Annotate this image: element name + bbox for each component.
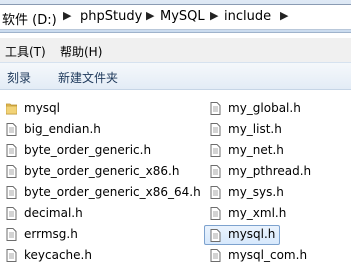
file-item-selected[interactable]: mysql.h (204, 225, 280, 245)
header-file-icon (6, 186, 17, 199)
header-file-icon (210, 102, 221, 115)
file-item[interactable]: my_global.h (210, 99, 330, 119)
file-item[interactable]: my_list.h (210, 120, 330, 140)
breadcrumb-include[interactable]: include (224, 9, 271, 24)
new-folder-button[interactable]: 新建文件夹 (58, 69, 118, 86)
file-name: keycache.h (24, 248, 92, 262)
chevron-right-icon[interactable]: ▶ (63, 9, 71, 22)
menu-tools[interactable]: 工具(T) (5, 43, 46, 60)
file-name: mysql.h (228, 227, 276, 241)
header-file-icon (210, 186, 221, 199)
file-item[interactable]: keycache.h (6, 246, 126, 266)
file-item[interactable]: my_net.h (210, 141, 330, 161)
file-item[interactable]: byte_order_generic.h (6, 141, 166, 161)
file-name: mysql_com.h (228, 248, 308, 262)
header-file-icon (6, 165, 17, 178)
folder-icon (6, 103, 17, 115)
file-item[interactable]: my_xml.h (210, 204, 330, 224)
file-item[interactable]: byte_order_generic_x86.h (6, 162, 186, 182)
header-file-icon (210, 123, 221, 136)
file-name: byte_order_generic_x86.h (24, 164, 180, 178)
breadcrumb[interactable]: 软件 (D:) ▶ phpStudy ▶ MySQL ▶ include ▶ (0, 4, 351, 30)
breadcrumb-mysql[interactable]: MySQL (160, 9, 205, 24)
file-item[interactable]: my_sys.h (210, 183, 330, 203)
file-item[interactable]: byte_order_generic_x86_64.h (6, 183, 201, 203)
file-name: decimal.h (24, 206, 83, 220)
breadcrumb-drive[interactable]: 软件 (D:) (2, 9, 57, 28)
file-name: my_net.h (228, 143, 284, 157)
file-name: my_global.h (228, 101, 301, 115)
folder-item[interactable]: mysql (6, 99, 126, 119)
header-file-icon (6, 207, 17, 220)
header-file-icon (6, 144, 17, 157)
command-bar: 刻录 新建文件夹 (0, 62, 351, 90)
address-edge (341, 5, 351, 29)
file-item[interactable]: errmsg.h (6, 225, 126, 245)
file-item[interactable]: big_endian.h (6, 120, 126, 140)
breadcrumb-phpstudy[interactable]: phpStudy (80, 9, 142, 24)
header-file-icon (210, 144, 221, 157)
header-file-icon (6, 249, 17, 262)
menu-bar: 工具(T) 帮助(H) (0, 38, 351, 62)
file-name: mysql (24, 101, 60, 115)
file-name: byte_order_generic_x86_64.h (24, 185, 201, 199)
file-item[interactable]: decimal.h (6, 204, 126, 224)
header-file-icon (210, 249, 221, 262)
chevron-right-icon[interactable]: ▶ (210, 9, 218, 22)
menu-help[interactable]: 帮助(H) (60, 43, 102, 60)
file-name: my_xml.h (228, 206, 287, 220)
file-item[interactable]: my_pthread.h (210, 162, 335, 182)
file-name: my_sys.h (228, 185, 284, 199)
burn-button[interactable]: 刻录 (7, 69, 31, 86)
file-name: errmsg.h (24, 227, 78, 241)
address-bar: 软件 (D:) ▶ phpStudy ▶ MySQL ▶ include ▶ (0, 0, 351, 33)
chevron-right-icon[interactable]: ▶ (146, 9, 154, 22)
file-name: byte_order_generic.h (24, 143, 152, 157)
file-name: my_pthread.h (228, 164, 312, 178)
header-file-icon (210, 165, 221, 178)
file-name: my_list.h (228, 122, 282, 136)
header-file-icon (210, 229, 221, 242)
header-file-icon (6, 228, 17, 241)
chevron-right-icon[interactable]: ▶ (280, 9, 288, 22)
file-list: mysql big_endian.h byte_order_generic.h … (0, 96, 351, 271)
header-file-icon (6, 123, 17, 136)
file-item[interactable]: mysql_com.h (210, 246, 330, 266)
header-file-icon (210, 207, 221, 220)
file-name: big_endian.h (24, 122, 101, 136)
